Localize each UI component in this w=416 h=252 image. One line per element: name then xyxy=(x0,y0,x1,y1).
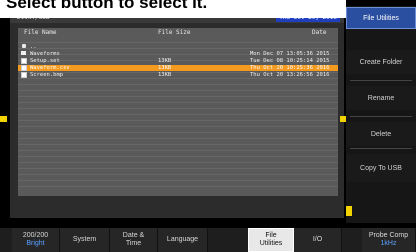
file-name: Waveform.csv xyxy=(30,65,70,71)
file-name: .. xyxy=(30,44,37,50)
side-menu-title: File Utilities xyxy=(346,7,416,29)
divider xyxy=(350,116,412,117)
side-level-marker xyxy=(346,206,352,216)
file-row[interactable]: .. xyxy=(18,44,338,50)
file-name: Setup.set xyxy=(30,58,60,64)
file-icon xyxy=(21,58,27,64)
bottom-button-io[interactable]: I/O xyxy=(294,228,342,252)
column-header-size: File Size xyxy=(158,29,191,36)
file-row-selected[interactable]: Waveform.csv 13KB Thu Oct 20 10:25:36 20… xyxy=(18,65,338,71)
parent-folder-icon xyxy=(22,44,26,48)
image-file-icon xyxy=(21,72,27,78)
bottom-button-brightness[interactable]: 200/200 Bright xyxy=(12,228,60,252)
file-date: Thu Oct 20 13:26:56 2016 xyxy=(250,72,330,78)
create-folder-button[interactable]: Create Folder xyxy=(346,50,416,74)
probe-comp-value: 1kHz xyxy=(380,240,397,247)
bottom-button-language[interactable]: Language xyxy=(158,228,208,252)
file-date: Thu Oct 20 10:25:36 2016 xyxy=(250,65,330,71)
file-name: Screen.bmp xyxy=(30,72,64,78)
file-name: Waveforms xyxy=(30,51,60,57)
column-headers: File Name File Size Date xyxy=(18,28,338,38)
bottom-button-probe-comp[interactable]: Probe Comp 1kHz xyxy=(362,228,416,252)
file-date: Mon Dec 07 13:05:36 2015 xyxy=(250,51,330,57)
file-icon xyxy=(21,65,27,71)
file-date: Tue Dec 08 10:25:14 2015 xyxy=(250,58,330,64)
file-row[interactable]: Waveforms Mon Dec 07 13:05:36 2015 xyxy=(18,51,338,57)
brightness-value: Bright xyxy=(26,240,45,247)
file-browser: File Name File Size Date .. Waveforms Mo… xyxy=(18,28,338,196)
bottom-button-system[interactable]: System xyxy=(60,228,110,252)
instruction-caption: Select button to select it. xyxy=(0,0,346,18)
file-size: 13KB xyxy=(158,58,172,64)
file-row[interactable]: Screen.bmp 13KB Thu Oct 20 13:26:56 2016 xyxy=(18,72,338,78)
file-size: 13KB xyxy=(158,65,172,71)
file-list: .. Waveforms Mon Dec 07 13:05:36 2015 Se… xyxy=(18,42,338,192)
delete-button[interactable]: Delete xyxy=(346,122,416,146)
file-size: 13KB xyxy=(158,72,172,78)
right-level-marker xyxy=(340,116,346,122)
column-header-name: File Name xyxy=(24,29,57,36)
side-menu xyxy=(346,6,416,223)
divider xyxy=(350,80,412,81)
file-row[interactable]: Setup.set 13KB Tue Dec 08 10:25:14 2015 xyxy=(18,58,338,64)
column-header-date: Date xyxy=(312,29,327,36)
copy-to-usb-button[interactable]: Copy To USB xyxy=(346,154,416,182)
rename-button[interactable]: Rename xyxy=(346,86,416,110)
divider xyxy=(350,148,412,149)
left-level-marker xyxy=(0,116,7,122)
bottom-button-date-time[interactable]: Date & Time xyxy=(110,228,158,252)
folder-icon xyxy=(21,51,26,55)
bottom-button-file-utilities[interactable]: File Utilities xyxy=(248,228,294,252)
